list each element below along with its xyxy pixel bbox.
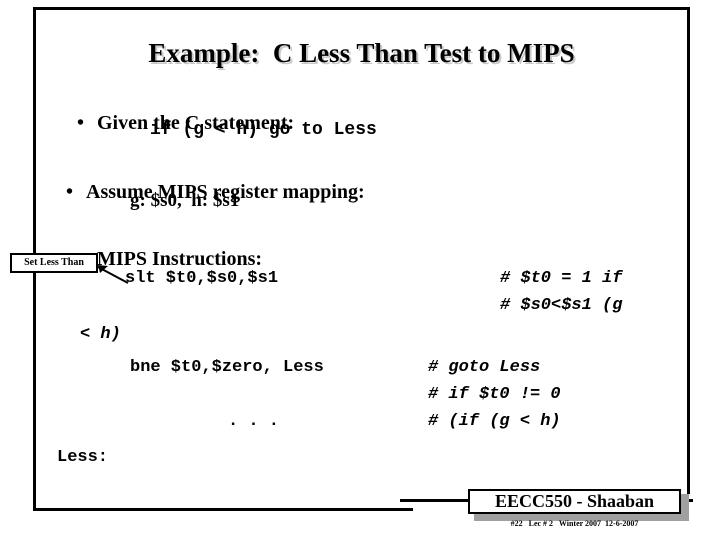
code-comment-slt-2: # $s0<$s1 (g: [500, 296, 623, 315]
code-comment-bne-2: # if $t0 != 0: [428, 385, 561, 404]
set-less-than-callout: Set Less Than: [10, 253, 98, 273]
footer-connector-line-left: [400, 499, 468, 502]
code-line-bne: bne $t0,$zero, Less: [130, 358, 324, 377]
code-comment-slt-1: # $t0 = 1 if: [500, 269, 623, 288]
slide-title: Example: C Less Than Test to MIPS: [148, 38, 575, 68]
slide-frame-right: [687, 7, 690, 494]
slide-frame-top: [33, 7, 690, 10]
register-mapping-text: g: $s0, h: $s1: [130, 190, 240, 211]
code-line-wrapped-continuation: < h): [80, 325, 121, 344]
code-comment-bne-1: # goto Less: [428, 358, 541, 377]
code-line-ellipsis: . . .: [228, 412, 280, 431]
code-line-slt: slt $t0,$s0,$s1: [125, 269, 279, 288]
callout-leader-arrow-icon: [98, 265, 129, 284]
code-comment-bne-3: # (if (g < h): [428, 412, 561, 431]
slide-canvas: Example: C Less Than Test to MIPS • Given…: [0, 0, 720, 540]
c-statement-code: if (g < h) go to Less: [150, 120, 377, 140]
slide-frame-bottom: [33, 508, 413, 511]
footer-course-banner: EECC550 - Shaaban: [468, 489, 681, 514]
code-line-less-label: Less:: [57, 448, 109, 467]
bullet-dot-icon: •: [66, 181, 74, 203]
bullet-dot-icon: •: [77, 112, 85, 134]
footer-meta-text: #22 Lec # 2 Winter 2007 12-6-2007: [510, 519, 639, 528]
